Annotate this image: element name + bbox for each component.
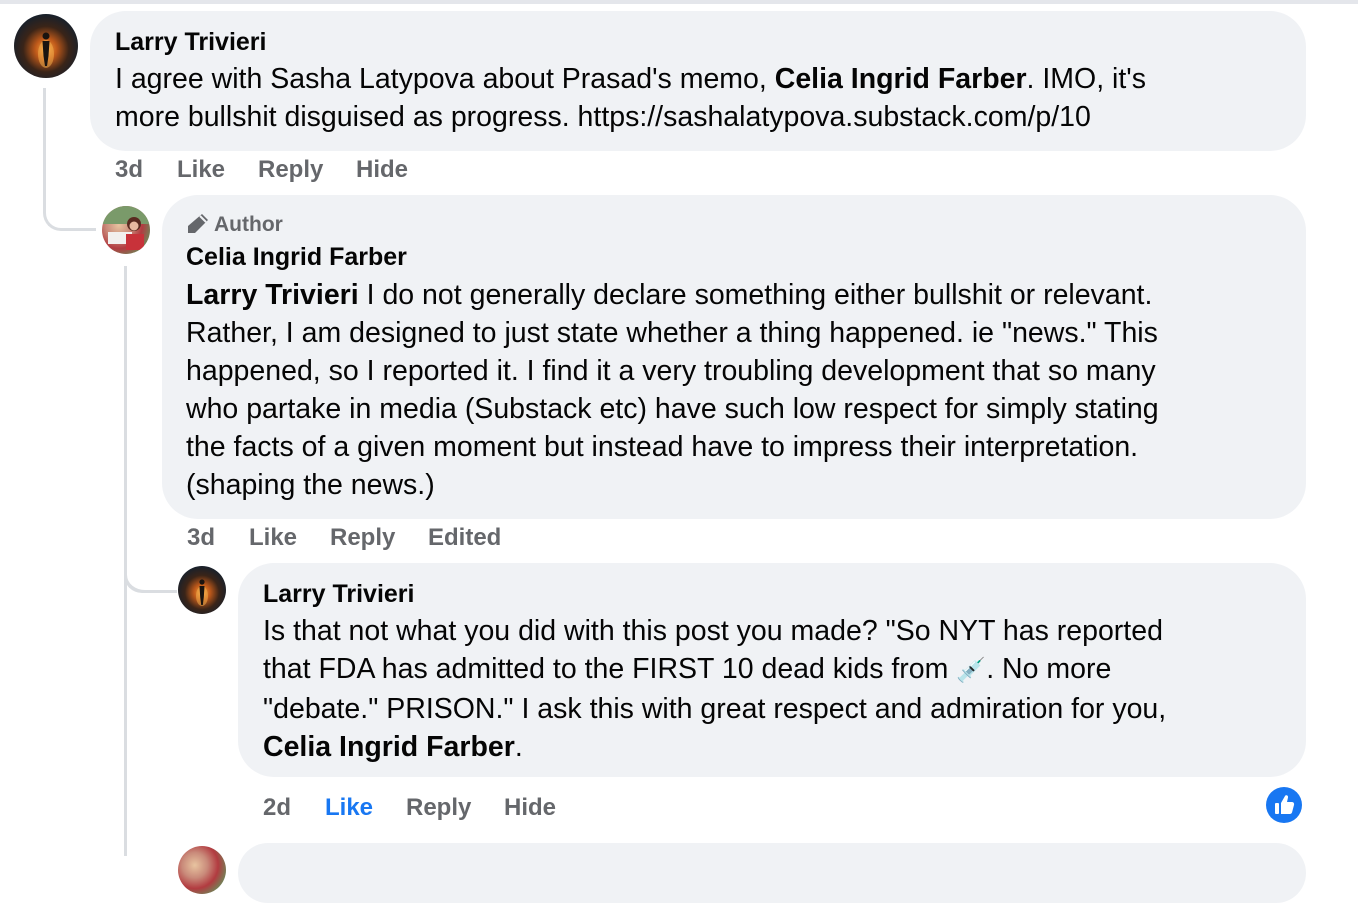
avatar[interactable] [102,206,150,254]
syringe-emoji: 💉 [956,657,987,684]
comment-text-part: that FDA has admitted to the FIRST 10 de… [263,653,957,685]
comment-line: Larry Trivieri I do not generally declar… [186,276,1296,314]
comment-text-part: I agree with Sasha Latypova about Prasad… [115,63,775,95]
comment-text-part: . No more [986,653,1112,685]
hide-button[interactable]: Hide [504,794,556,822]
edited-label[interactable]: Edited [428,524,501,552]
reply-button[interactable]: Reply [330,524,395,552]
comment-author[interactable]: Celia Ingrid Farber [186,243,407,272]
comment-line: Is that not what you did with this post … [263,615,1163,647]
mention-link[interactable]: Celia Ingrid Farber [263,731,515,763]
person-glow-icon [196,579,208,606]
reply-button[interactable]: Reply [406,794,471,822]
comment-text: I agree with Sasha Latypova about Prasad… [115,60,1295,136]
like-button[interactable]: Like [177,156,225,184]
photo-avatar-icon [102,206,150,250]
avatar[interactable] [14,14,78,78]
comment-text-part: . [514,731,523,763]
comment-line: "debate." PRISON." I ask this with great… [263,693,1167,725]
thumbs-up-icon [1275,795,1295,814]
comment-line: Rather, I am designed to just state whet… [186,317,1158,349]
top-divider [0,0,1358,4]
avatar[interactable] [178,846,226,894]
like-button[interactable]: Like [325,794,373,822]
thread-connector [124,560,177,593]
avatar[interactable] [178,566,226,614]
comment-bubble: Larry Trivieri Is that not what you did … [238,563,1306,777]
comment-line: Celia Ingrid Farber. [263,728,1298,766]
author-badge-label: Author [214,213,283,236]
comment-timestamp[interactable]: 2d [263,794,291,822]
mention-link[interactable]: Celia Ingrid Farber [775,63,1027,95]
pen-icon [188,214,208,233]
comment-line: the facts of a given moment but instead … [186,431,1139,463]
comment-line: who partake in media (Substack etc) have… [186,393,1159,425]
author-badge: Author [186,212,283,237]
comment-line: that FDA has admitted to the FIRST 10 de… [263,650,1298,690]
comment-author[interactable]: Larry Trivieri [115,28,266,57]
comment-text: Larry Trivieri I do not generally declar… [186,276,1296,504]
comment-line: (shaping the news.) [186,469,435,501]
comment-line: happened, so I reported it. I find it a … [186,355,1156,387]
comment-text-part: I do not generally declare something eit… [358,279,1153,311]
comment-bubble [238,843,1306,903]
person-glow-icon [38,32,54,68]
like-button[interactable]: Like [249,524,297,552]
comment-bubble: Author Celia Ingrid Farber Larry Trivier… [162,195,1306,519]
comment-line: more bullshit disguised as progress. htt… [115,101,1091,133]
mention-link[interactable]: Larry Trivieri [186,279,359,311]
comment-timestamp[interactable]: 3d [187,524,215,552]
comment-text-part: . IMO, it's [1026,63,1146,95]
hide-button[interactable]: Hide [356,156,408,184]
comment-author[interactable]: Larry Trivieri [263,580,414,609]
like-reaction-badge[interactable] [1266,787,1302,823]
comment-bubble: Larry Trivieri I agree with Sasha Latypo… [90,11,1306,151]
reply-button[interactable]: Reply [258,156,323,184]
comment-line: I agree with Sasha Latypova about Prasad… [115,60,1295,98]
comment-text: Is that not what you did with this post … [263,612,1298,766]
comment-timestamp[interactable]: 3d [115,156,143,184]
thread-connector [43,88,96,231]
